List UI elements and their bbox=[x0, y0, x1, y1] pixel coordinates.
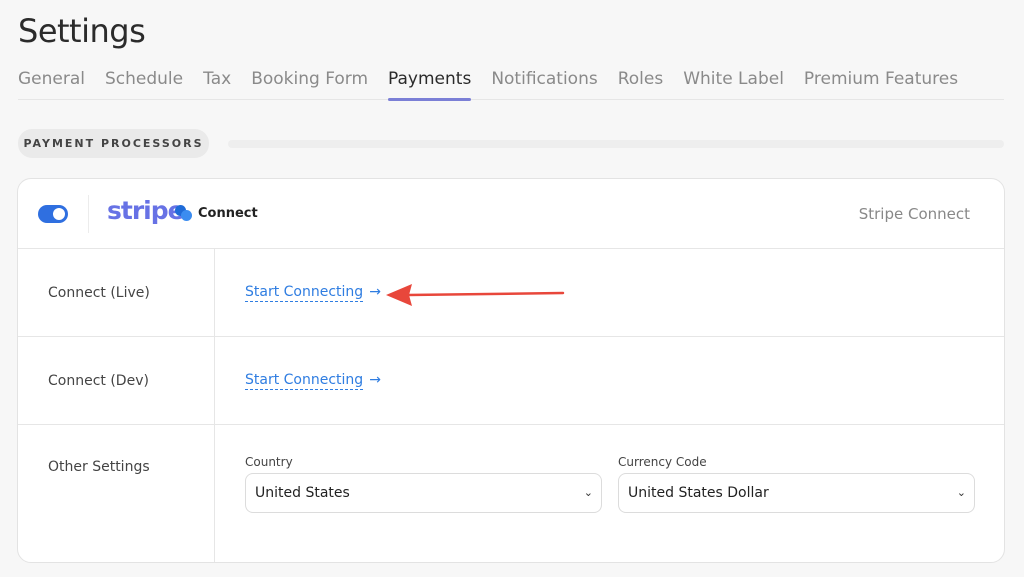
country-value: United States bbox=[255, 485, 350, 501]
arrow-right-icon: → bbox=[369, 284, 381, 300]
tab-schedule[interactable]: Schedule bbox=[105, 66, 183, 100]
connect-badge-label: Connect bbox=[198, 205, 258, 221]
country-select[interactable]: United States ⌄ bbox=[245, 473, 602, 513]
chevron-down-icon: ⌄ bbox=[583, 486, 593, 499]
settings-tabs: General Schedule Tax Booking Form Paymen… bbox=[18, 66, 1004, 101]
section-label-payment-processors: PAYMENT PROCESSORS bbox=[18, 129, 209, 158]
processor-enabled-toggle[interactable] bbox=[38, 205, 68, 223]
processor-name: Stripe Connect bbox=[858, 205, 970, 223]
connect-icon bbox=[175, 204, 193, 222]
row-connect-live: Connect (Live) Start Connecting → bbox=[18, 249, 1004, 337]
stripe-connect-card: stripe Connect Stripe Connect Connect (L… bbox=[17, 178, 1005, 563]
section-divider bbox=[228, 140, 1004, 148]
connect-badge: Connect bbox=[175, 204, 258, 222]
tab-general[interactable]: General bbox=[18, 66, 85, 100]
start-connecting-live-link[interactable]: Start Connecting → bbox=[245, 284, 381, 302]
row-label-other-settings: Other Settings bbox=[18, 425, 215, 562]
tab-notifications[interactable]: Notifications bbox=[491, 66, 597, 100]
header-divider bbox=[88, 195, 89, 233]
currency-field: Currency Code United States Dollar ⌄ bbox=[618, 455, 975, 513]
link-text: Start Connecting bbox=[245, 372, 364, 390]
row-label-connect-live: Connect (Live) bbox=[18, 249, 215, 336]
arrow-right-icon: → bbox=[369, 372, 381, 388]
currency-value: United States Dollar bbox=[628, 485, 769, 501]
start-connecting-dev-link[interactable]: Start Connecting → bbox=[245, 372, 381, 390]
tab-premium-features[interactable]: Premium Features bbox=[804, 66, 958, 100]
row-label-connect-dev: Connect (Dev) bbox=[18, 337, 215, 424]
currency-label: Currency Code bbox=[618, 455, 707, 469]
tab-roles[interactable]: Roles bbox=[618, 66, 664, 100]
row-other-settings: Other Settings Country United States ⌄ C… bbox=[18, 425, 1004, 562]
card-header: stripe Connect Stripe Connect bbox=[18, 179, 1004, 249]
stripe-logo: stripe bbox=[107, 196, 185, 225]
tab-payments[interactable]: Payments bbox=[388, 66, 472, 101]
chevron-down-icon: ⌄ bbox=[956, 486, 966, 499]
country-field: Country United States ⌄ bbox=[245, 455, 602, 513]
tab-white-label[interactable]: White Label bbox=[683, 66, 784, 100]
currency-select[interactable]: United States Dollar ⌄ bbox=[618, 473, 975, 513]
link-text: Start Connecting bbox=[245, 284, 364, 302]
page-title: Settings bbox=[18, 12, 146, 50]
tab-tax[interactable]: Tax bbox=[203, 66, 231, 100]
country-label: Country bbox=[245, 455, 293, 469]
tab-booking-form[interactable]: Booking Form bbox=[251, 66, 368, 100]
row-connect-dev: Connect (Dev) Start Connecting → bbox=[18, 337, 1004, 425]
